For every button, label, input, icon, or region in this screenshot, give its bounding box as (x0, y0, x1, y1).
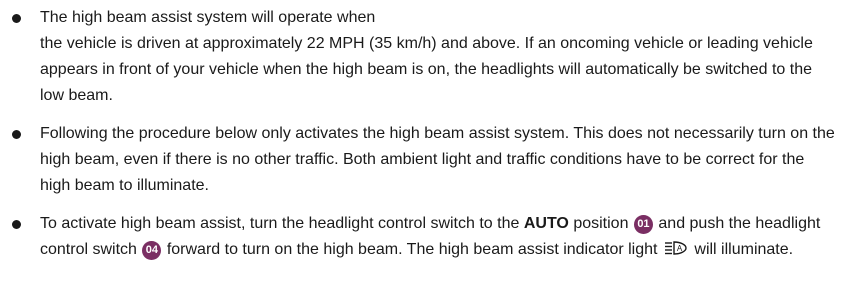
document-page: The high beam assist system will operate… (0, 0, 848, 308)
bullet-item-procedure-note: Following the procedure below only activ… (10, 121, 838, 199)
high-beam-assist-indicator-icon: A (664, 241, 687, 255)
bullet-dot (12, 14, 21, 23)
bullet-item-operation: The high beam assist system will operate… (10, 5, 838, 109)
bullet-2-text: Following the procedure below only activ… (40, 125, 835, 194)
bullet-1-line-1: The high beam assist system will operate… (40, 9, 376, 26)
bullet-item-activation: To activate high beam assist, turn the h… (10, 211, 838, 263)
svg-text:A: A (677, 244, 683, 253)
bullet-dot (12, 220, 21, 229)
bullet-1-line-2: the vehicle is driven at approximately 2… (40, 35, 813, 104)
bullet-dot (12, 130, 21, 139)
auto-position-label: AUTO (523, 215, 569, 232)
callout-badge-01: 01 (633, 215, 653, 234)
callout-badge-04: 04 (142, 241, 162, 260)
bullet-3-text-part-5: will illuminate. (694, 241, 794, 258)
bullet-list: The high beam assist system will operate… (10, 5, 838, 263)
bullet-3-text-part-1: To activate high beam assist, turn the h… (40, 215, 520, 232)
bullet-3-text-part-2: position (573, 215, 629, 232)
bullet-3-text-part-4: forward to turn on the high beam. The hi… (166, 241, 658, 258)
